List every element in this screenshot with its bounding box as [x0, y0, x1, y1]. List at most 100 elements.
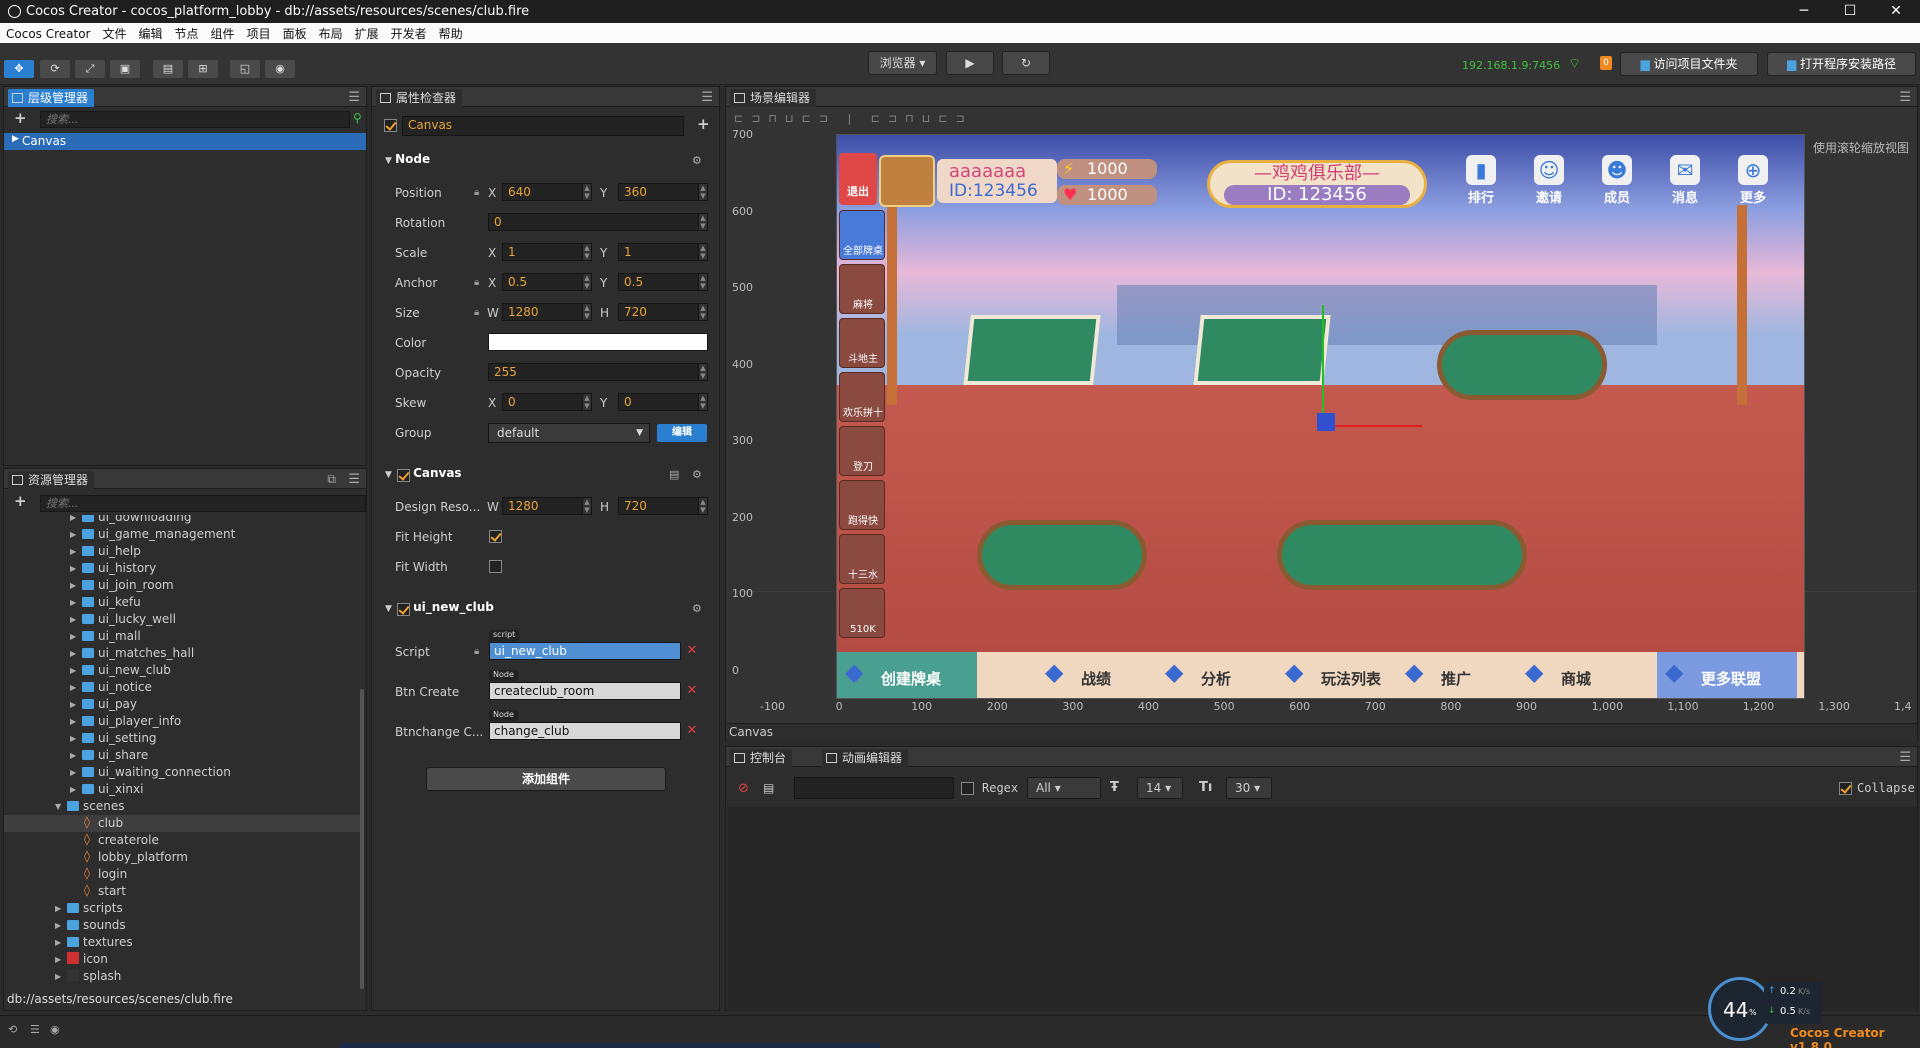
asset-row[interactable]: ▶ ui_history [4, 560, 362, 577]
tab-hierarchy[interactable]: 层级管理器 [8, 89, 95, 107]
asset-row[interactable]: ◊ start [4, 883, 362, 900]
restore-icon[interactable]: ⧉ [327, 472, 336, 487]
log-level-select[interactable]: All ▾ [1027, 777, 1101, 799]
bottom-menu-item[interactable]: ◆ 分析 [1157, 652, 1267, 698]
design-h-input[interactable]: 720 ▲ ▼ [618, 497, 708, 515]
group-edit-button[interactable]: 编辑 [657, 424, 707, 442]
caret-right-icon[interactable]: ▶ [70, 781, 76, 798]
design-w-input[interactable]: 1280 ▲ ▼ [502, 497, 592, 515]
status-icon-2[interactable]: ☰ [30, 1023, 40, 1036]
tab-console[interactable]: 控制台 [730, 749, 793, 767]
caret-right-icon[interactable]: ▶ [70, 594, 76, 611]
caret-right-icon[interactable]: ▶ [70, 628, 76, 645]
asset-row[interactable]: ▶ ui_downloading [4, 515, 362, 526]
game-canvas[interactable]: 退出 aaaaaaa ID:123456 ⚡ 1000 ♥ 1000 —鸡鸡俱乐部—… [836, 134, 1805, 699]
panel-menu-icon[interactable]: ☰ [348, 90, 360, 105]
game-tab[interactable]: 全部牌桌 [839, 210, 885, 260]
menu-layout[interactable]: 布局 [313, 23, 349, 42]
tab-animation-editor[interactable]: 动画编辑器 [822, 749, 909, 767]
caret-right-icon[interactable]: ▶ [70, 577, 76, 594]
top-icon-button[interactable]: ⊕ 更多 [1725, 155, 1781, 206]
section-ui-new-club[interactable]: ▼ ui_new_club [385, 600, 713, 620]
add-icon[interactable]: + [697, 115, 710, 133]
stepper-icon[interactable]: ▲ ▼ [582, 304, 591, 320]
remove-icon[interactable]: ✕ [682, 682, 702, 700]
caret-right-icon[interactable]: ▶ [70, 662, 76, 679]
fit-width-checkbox[interactable] [489, 560, 502, 573]
pivot-tool-icon[interactable]: ▤ [153, 60, 183, 78]
lock-icon[interactable]: 🔒︎ [474, 187, 479, 198]
add-asset-icon[interactable]: + [14, 492, 27, 510]
tree-row-canvas[interactable]: ▶ Canvas [4, 133, 366, 150]
game-tab[interactable]: 麻将 [839, 264, 885, 314]
asset-row[interactable]: ▶ ui_pay [4, 696, 362, 713]
stepper-icon[interactable]: ▲ ▼ [698, 498, 707, 514]
link-icon[interactable]: ⚲ [353, 111, 362, 125]
asset-row[interactable]: ◊ lobby_platform [4, 849, 362, 866]
asset-row[interactable]: ◊ createrole [4, 832, 362, 849]
stepper-icon[interactable]: ▲ ▼ [698, 394, 707, 410]
stepper-icon[interactable]: ▲ ▼ [698, 274, 707, 290]
asset-row[interactable]: ▶ ui_game_management [4, 526, 362, 543]
preview-platform-select[interactable]: 浏览器 ▾ [868, 51, 937, 75]
caret-right-icon[interactable]: ▶ [55, 934, 61, 951]
club-enabled-checkbox[interactable] [397, 603, 410, 616]
asset-row[interactable]: ▶ icon [4, 951, 362, 968]
caret-right-icon[interactable]: ▶ [70, 696, 76, 713]
panel-menu-icon[interactable]: ☰ [1899, 90, 1911, 105]
font-size-select[interactable]: 14 ▾ [1137, 777, 1183, 799]
tab-inspector[interactable]: 属性检查器 [376, 89, 463, 107]
panel-menu-icon[interactable]: ☰ [1899, 750, 1911, 765]
caret-right-icon[interactable]: ▶ [70, 679, 76, 696]
gear-icon[interactable]: ⚙ [692, 468, 702, 481]
menu-developer[interactable]: 开发者 [385, 23, 433, 42]
menu-project[interactable]: 项目 [241, 23, 277, 42]
asset-row[interactable]: ▶ ui_kefu [4, 594, 362, 611]
caret-right-icon[interactable]: ▶ [70, 764, 76, 781]
asset-row[interactable]: ▶ ui_mall [4, 628, 362, 645]
asset-row[interactable]: ▶ textures [4, 934, 362, 951]
bottom-menu-item[interactable]: ◆ 玩法列表 [1277, 652, 1407, 698]
tab-assets[interactable]: 资源管理器 [8, 471, 95, 489]
gizmo-center[interactable] [1317, 413, 1335, 431]
top-icon-button[interactable]: ☻ 成员 [1589, 155, 1645, 206]
asset-row[interactable]: ▶ ui_help [4, 543, 362, 560]
assets-search-input[interactable]: 搜索... [40, 495, 366, 512]
mahjong-table[interactable] [1193, 315, 1331, 385]
caret-right-icon[interactable]: ▶ [70, 730, 76, 747]
asset-row[interactable]: ▶ ui_lucky_well [4, 611, 362, 628]
open-log-icon[interactable]: ▤ [763, 781, 774, 795]
game-tab[interactable]: 欢乐拼十 [839, 372, 885, 422]
stepper-icon[interactable]: ▲ ▼ [582, 498, 591, 514]
game-tab[interactable]: 登刀 [839, 426, 885, 476]
menu-help[interactable]: 帮助 [433, 23, 469, 42]
asset-row[interactable]: ▶ scripts [4, 900, 362, 917]
scale-y-input[interactable]: 1 ▲ ▼ [618, 243, 708, 261]
regex-checkbox[interactable] [961, 782, 974, 795]
section-node[interactable]: ▼ Node [385, 152, 713, 172]
skew-x-input[interactable]: 0 ▲ ▼ [502, 393, 592, 411]
panel-menu-icon[interactable]: ☰ [348, 472, 360, 487]
group-select[interactable]: default ▼ [488, 423, 650, 443]
caret-right-icon[interactable]: ▶ [70, 515, 76, 526]
canvas-enabled-checkbox[interactable] [397, 469, 410, 482]
status-icon-1[interactable]: ⟲ [8, 1023, 17, 1036]
panel-menu-icon[interactable]: ☰ [701, 90, 713, 105]
stepper-icon[interactable]: ▲ ▼ [582, 274, 591, 290]
asset-row[interactable]: ▶ ui_notice [4, 679, 362, 696]
script-ref-field[interactable]: ui_new_club [489, 642, 681, 660]
asset-row[interactable]: ▶ ui_waiting_connection [4, 764, 362, 781]
play-button[interactable]: ▶ [946, 51, 994, 75]
avatar[interactable] [879, 155, 935, 207]
rect-tool-icon[interactable]: ▣ [110, 60, 140, 78]
color-swatch[interactable] [488, 333, 708, 351]
menu-file[interactable]: 文件 [97, 23, 133, 42]
anchor-y-input[interactable]: 0.5 ▲ ▼ [618, 273, 708, 291]
node-name-input[interactable]: Canvas [402, 116, 684, 136]
remove-icon[interactable]: ✕ [682, 722, 702, 740]
anchor-x-input[interactable]: 0.5 ▲ ▼ [502, 273, 592, 291]
notification-badge[interactable]: 0 [1600, 56, 1612, 70]
scale-tool-icon[interactable]: ⤢ [75, 60, 105, 78]
bottom-menu-item[interactable]: ◆ 战绩 [1037, 652, 1147, 698]
asset-row[interactable]: ▶ ui_join_room [4, 577, 362, 594]
